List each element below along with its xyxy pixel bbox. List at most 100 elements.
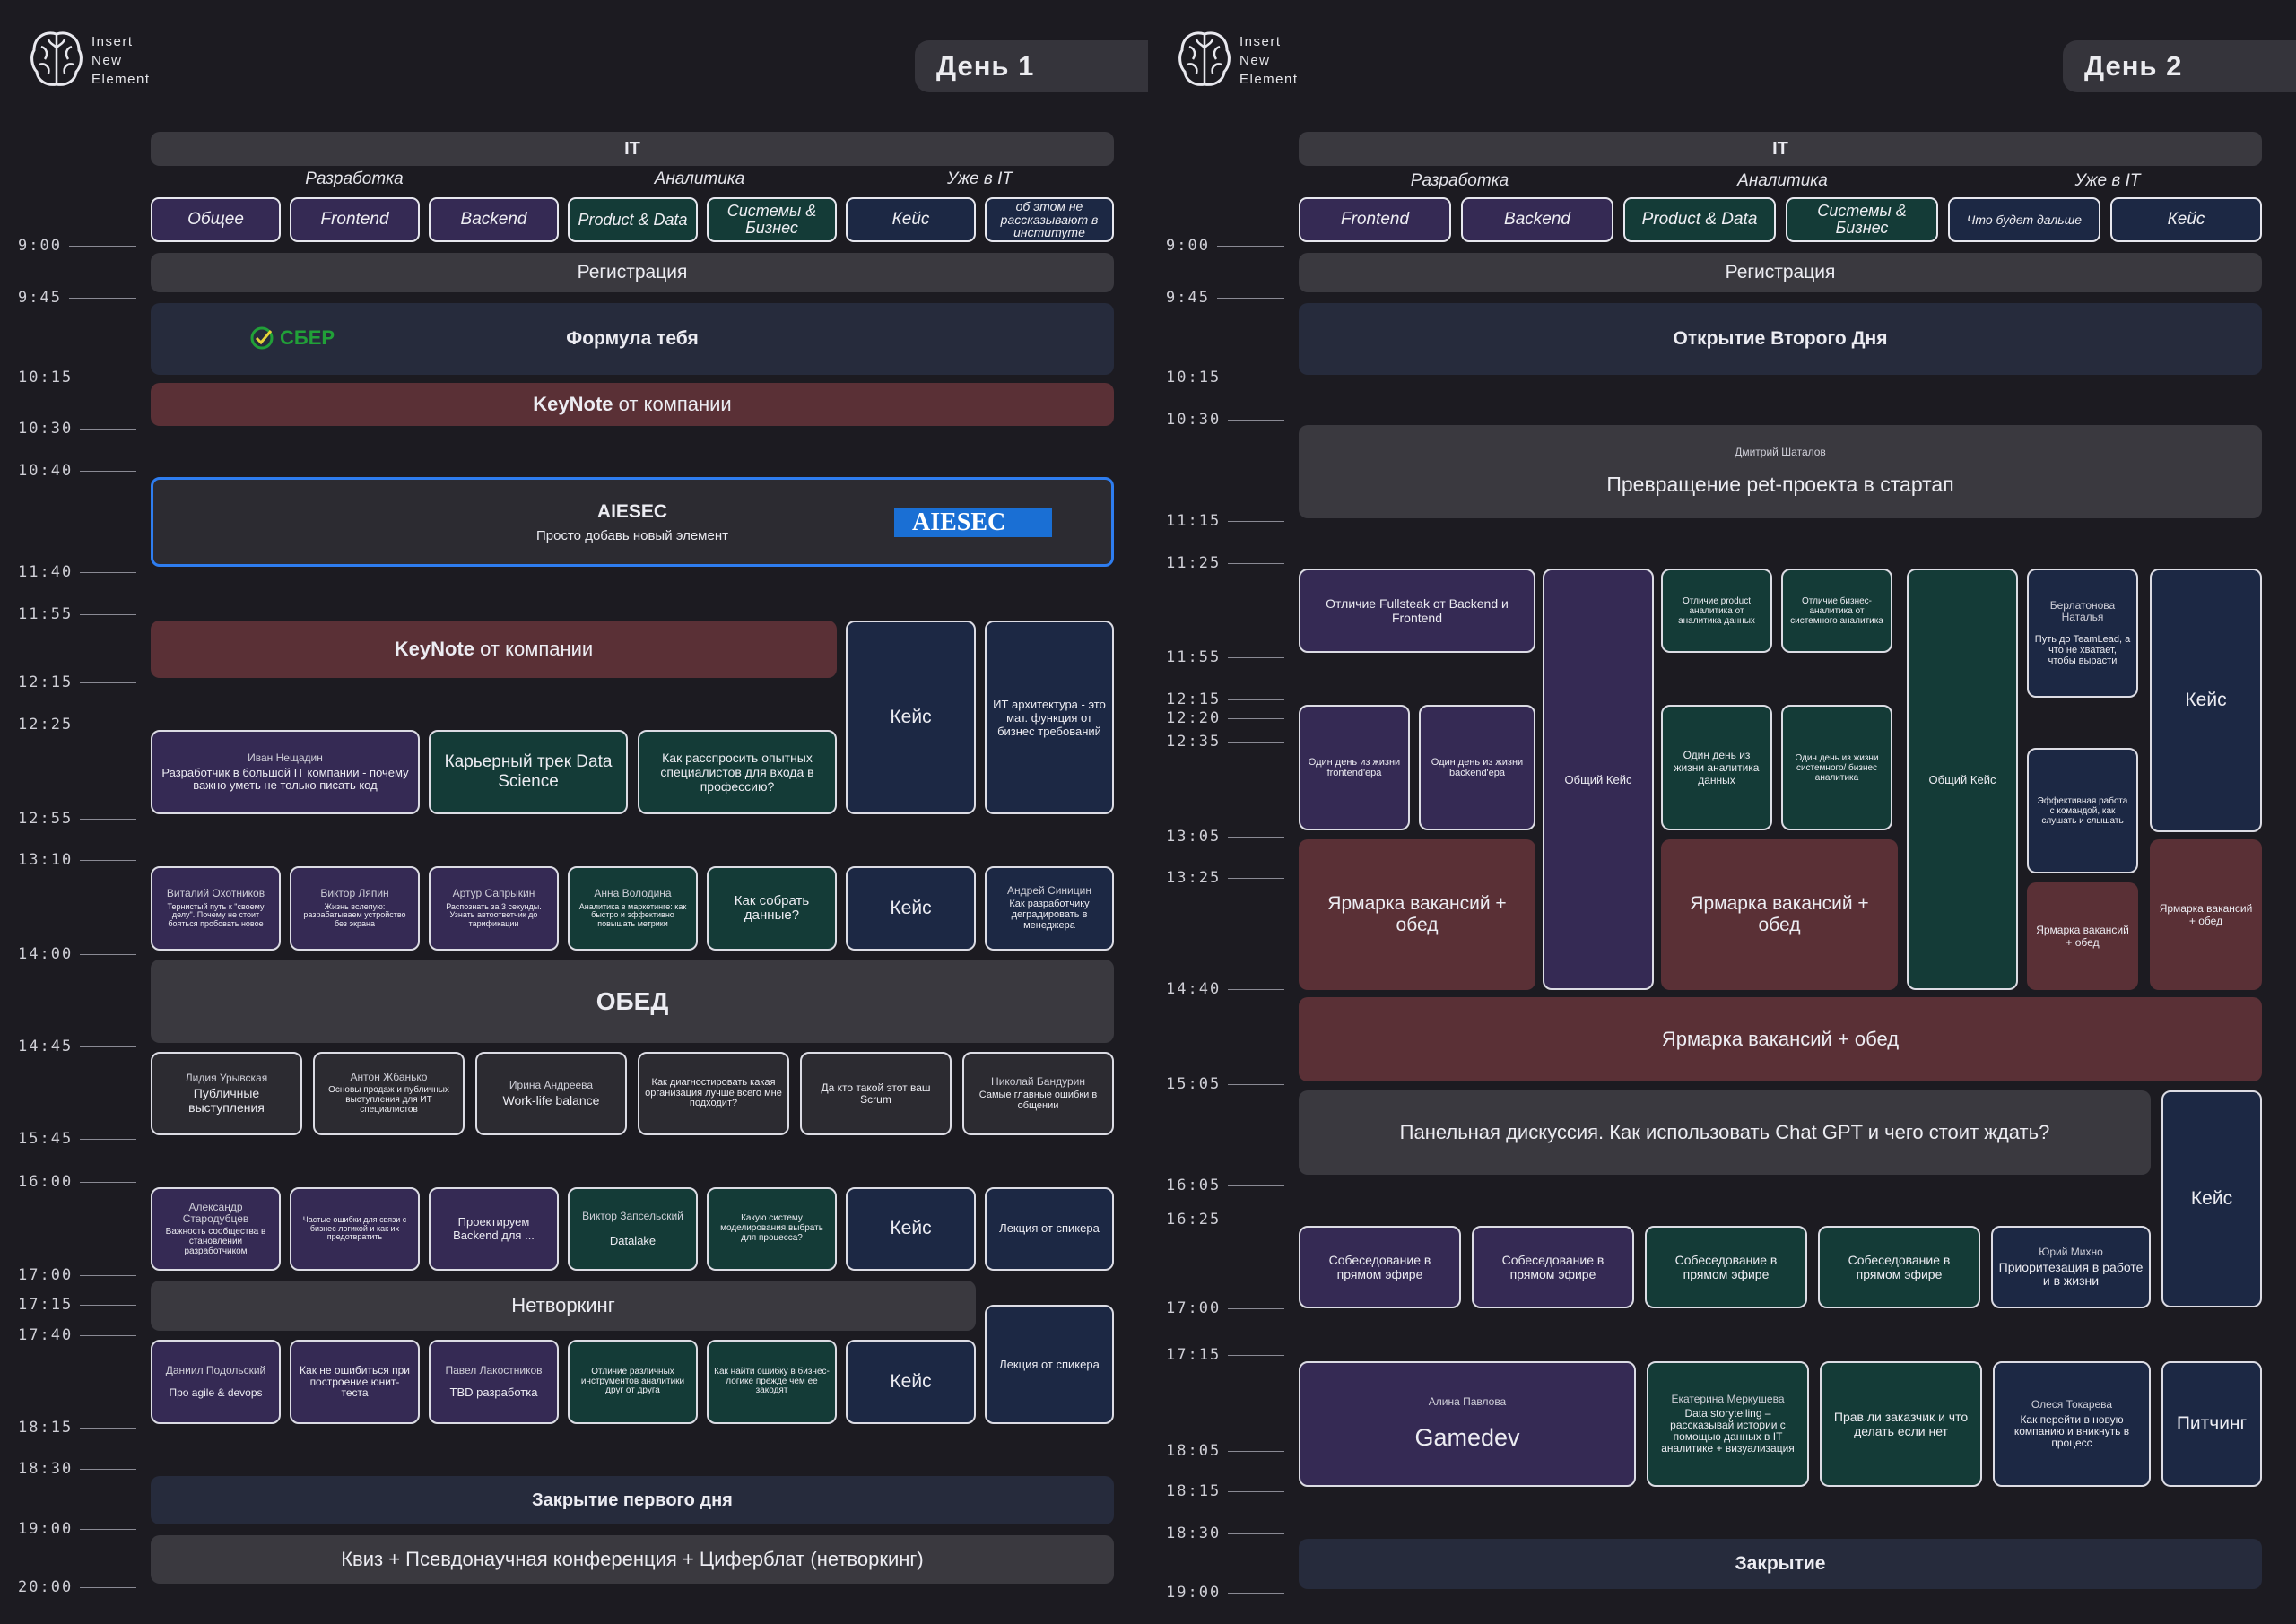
speaker-name: Дмитрий Шаталов (1735, 446, 1826, 459)
session-card[interactable]: Прав ли заказчик и что делать если нет (1820, 1361, 1982, 1487)
session-card[interactable]: Берлатонова Наталья Путь до TeamLead, а ч… (2027, 569, 2138, 698)
pitching-card[interactable]: Питчинг (2161, 1361, 2262, 1487)
session-title: Data storytelling – рассказывай истории … (1661, 1407, 1795, 1455)
session-title: Тернистый путь к "своему делу". Почему н… (167, 901, 265, 928)
session-card[interactable]: Павел Лакостников TBD разработка (429, 1340, 559, 1424)
session-card[interactable]: Какую систему моделирования выбрать для … (707, 1187, 837, 1271)
session-card[interactable]: Как найти ошибку в бизнес-логике прежде … (707, 1340, 837, 1424)
session-card[interactable]: Лидия Урывская Публичные выступления (151, 1052, 302, 1135)
job-fair-bar: Ярмарка вакансий + обед (1299, 997, 2262, 1081)
formula-block: СБЕР Формула тебя (151, 303, 1114, 375)
session-title: Кейс (890, 1370, 932, 1392)
session-card[interactable]: Да кто такой этот ваш Scrum (800, 1052, 952, 1135)
case-card[interactable]: Кейс (846, 866, 976, 951)
case-card[interactable]: Кейс (2150, 569, 2262, 832)
session-title: Как разработчику деградировать в менедже… (1009, 899, 1090, 932)
time-label: 13:25 (1166, 869, 1284, 887)
category-general[interactable]: Общее (151, 197, 281, 242)
category-case[interactable]: Кейс (2110, 197, 2262, 242)
session-card[interactable]: Ирина Андреева Work-life balance (475, 1052, 627, 1135)
session-card[interactable]: Юрий Михно Приоритезация в работе и в жиз… (1991, 1226, 2151, 1308)
case-card[interactable]: Кейс (846, 1340, 976, 1424)
session-card[interactable]: Виктор Ляпин Жизнь вслепую: разрабатываем… (290, 866, 420, 951)
session-card[interactable]: Виталий Охотников Тернистый путь к "своем… (151, 866, 281, 951)
session-card[interactable]: Андрей Синицин Как разработчику деградиро… (985, 866, 1114, 951)
session-card[interactable]: Собеседование в прямом эфире (1299, 1226, 1461, 1308)
logo: Insert New Element (1177, 29, 1299, 91)
session-card[interactable]: Как собрать данные? (707, 866, 837, 951)
session-card[interactable]: Собеседование в прямом эфире (1818, 1226, 1980, 1308)
session-card[interactable]: Отличие различных инструментов аналитики… (568, 1340, 698, 1424)
session-card[interactable]: Александр Стародубцев Важность сообщества… (151, 1187, 281, 1271)
session-card[interactable]: Эффективная работа с командой, как слуша… (2027, 748, 2138, 873)
category-frontend[interactable]: Frontend (290, 197, 420, 242)
time-label: 17:00 (18, 1266, 136, 1284)
speaker-name: Анна Володина (594, 887, 672, 900)
category-case[interactable]: Кейс (846, 197, 976, 242)
case-card[interactable]: Кейс (846, 621, 976, 814)
common-case-card[interactable]: Общий Кейс (1543, 569, 1654, 990)
logo: Insert New Element (29, 29, 151, 91)
time-label: 10:15 (1166, 369, 1284, 386)
session-title: Кейс (890, 897, 932, 918)
session-card[interactable]: Иван Нещадин Разработчик в большой IT ко… (151, 730, 420, 814)
category-backend[interactable]: Backend (429, 197, 559, 242)
session-card[interactable]: Екатерина Меркушева Data storytelling – р… (1647, 1361, 1809, 1487)
session-card[interactable]: Николай Бандурин Самые главные ошибки в о… (962, 1052, 1114, 1135)
session-card[interactable]: Отличие бизнес-аналитика от системного а… (1781, 569, 1892, 653)
category-frontend[interactable]: Frontend (1299, 197, 1451, 242)
session-card[interactable]: Антон Жбанько Основы продаж и публичных в… (313, 1052, 465, 1135)
time-label: 12:15 (18, 673, 136, 691)
session-card[interactable]: Собеседование в прямом эфире (1472, 1226, 1634, 1308)
keynote-label: KeyNote (394, 638, 475, 660)
formula-title: Формула тебя (566, 328, 699, 349)
session-card[interactable]: Один день из жизни frontend'ера (1299, 705, 1410, 830)
session-card[interactable]: Собеседование в прямом эфире (1645, 1226, 1807, 1308)
session-card[interactable]: Лекция от спикера (985, 1187, 1114, 1271)
it-architecture-card[interactable]: ИТ архитектура - это мат. функция от биз… (985, 621, 1114, 814)
category-product-data[interactable]: Product & Data (568, 197, 698, 242)
session-card[interactable]: Отличие Fullsteak от Backend и Frontend (1299, 569, 1535, 653)
category-product-data[interactable]: Product & Data (1623, 197, 1776, 242)
session-card[interactable]: Виктор Запсельский Datalake (568, 1187, 698, 1271)
session-card[interactable]: Как не ошибиться при построение юнит-тес… (290, 1340, 420, 1424)
aiesec-block: AIESEC Просто добавь новый элемент AIESE… (151, 477, 1114, 567)
session-title: Самые главные ошибки в общении (978, 1089, 1098, 1111)
session-card[interactable]: Даниил Подольский Про agile & devops (151, 1340, 281, 1424)
session-card[interactable]: Как диагностировать какая организация лу… (638, 1052, 789, 1135)
category-systems-business[interactable]: Системы & Бизнес (707, 197, 837, 242)
time-label: 16:25 (1166, 1211, 1284, 1229)
session-card[interactable]: Анна Володина Аналитика в маркетинге: как… (568, 866, 698, 951)
session-card[interactable]: Как расспросить опытных специалистов для… (638, 730, 837, 814)
session-title: Проектируем Backend для ... (453, 1215, 535, 1242)
session-card[interactable]: Один день из жизни аналитика данных (1661, 705, 1772, 830)
case-card[interactable]: Кейс (846, 1187, 976, 1271)
registration-bar: Регистрация (1299, 253, 2262, 292)
session-card[interactable]: Артур Сапрыкин Распознать за 3 секунды. У… (429, 866, 559, 951)
case-card[interactable]: Кейс (2161, 1090, 2262, 1307)
category-backend[interactable]: Backend (1461, 197, 1613, 242)
time-label: 19:00 (1166, 1584, 1284, 1602)
logo-line: Insert (91, 33, 134, 49)
session-card[interactable]: Проектируем Backend для ... (429, 1187, 559, 1271)
time-label: 18:05 (1166, 1442, 1284, 1460)
category-whats-next[interactable]: Что будет дальше (1948, 197, 2100, 242)
session-title: Путь до TeamLead, а что не хватает, чтоб… (2034, 633, 2131, 666)
time-label: 17:15 (18, 1296, 136, 1314)
session-card[interactable]: Отличие product аналитика от аналитика д… (1661, 569, 1772, 653)
session-card[interactable]: Лекция от спикера (985, 1305, 1114, 1424)
session-card[interactable]: Олеся Токарева Как перейти в новую компан… (1993, 1361, 2151, 1487)
session-card[interactable]: Один день из жизни системного/ бизнес ан… (1781, 705, 1892, 830)
session-card[interactable]: Один день из жизни backend'ера (1419, 705, 1535, 830)
time-label: 14:45 (18, 1038, 136, 1055)
category-systems-business[interactable]: Системы & Бизнес (1786, 197, 1938, 242)
session-title: Кейс (890, 1218, 932, 1239)
time-label: 19:00 (18, 1520, 136, 1538)
category-not-told[interactable]: об этом не рассказывают в институте (985, 197, 1114, 242)
session-card[interactable]: Карьерный трек Data Science (429, 730, 628, 814)
session-card[interactable]: Алина Павлова Gamedev (1299, 1361, 1636, 1487)
section-label: Разработка (1410, 171, 1509, 190)
brain-icon (1178, 31, 1231, 86)
common-case-card[interactable]: Общий Кейс (1907, 569, 2018, 990)
session-card[interactable]: Частые ошибки для связи с бизнес логикой… (290, 1187, 420, 1271)
